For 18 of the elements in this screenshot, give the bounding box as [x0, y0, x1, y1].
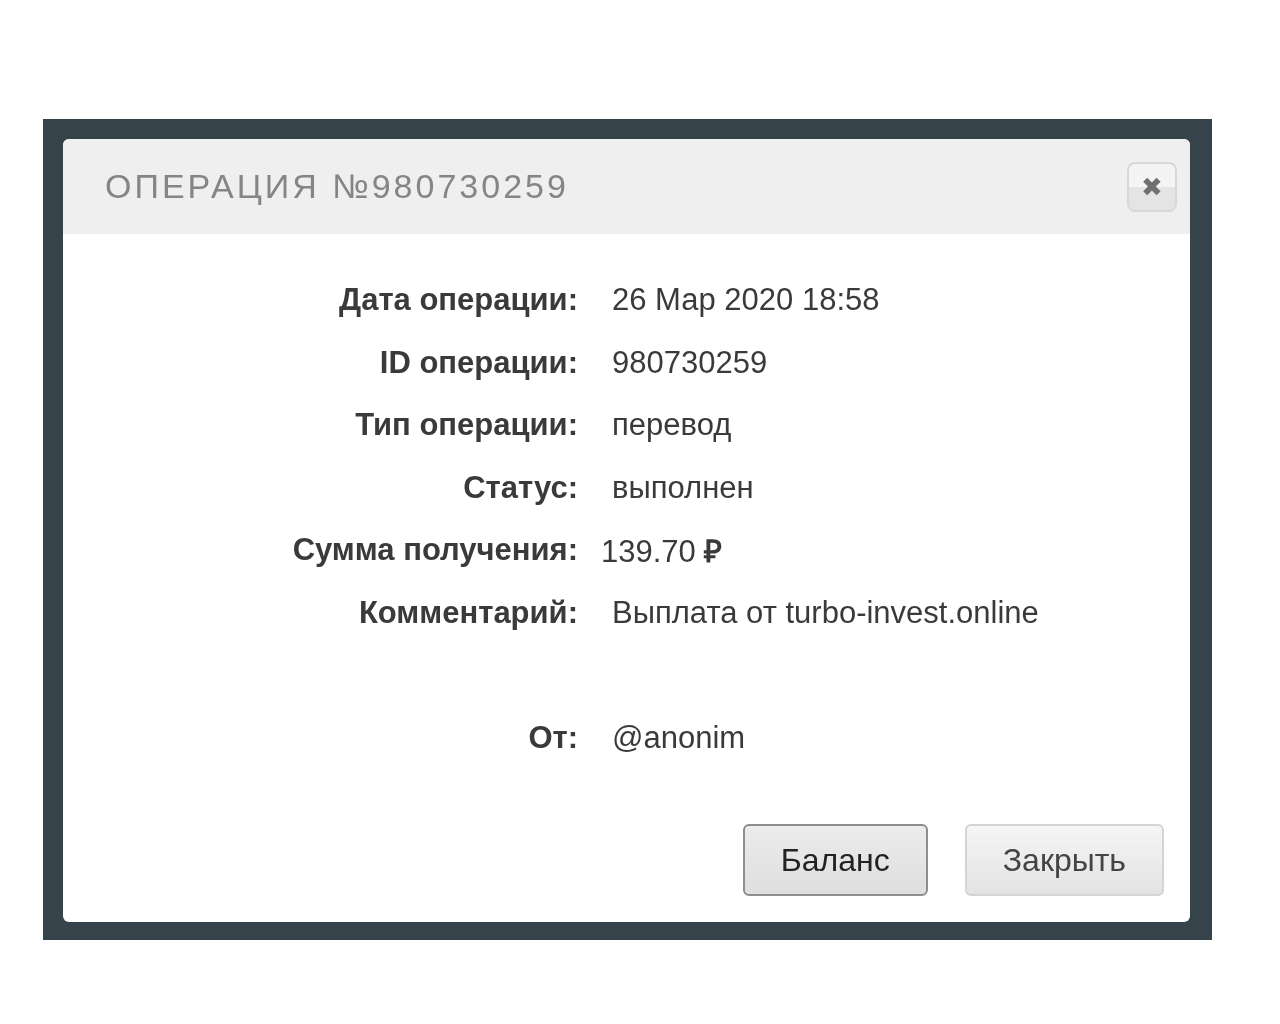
field-value: выполнен [612, 469, 754, 506]
field-label: ID операции: [378, 344, 578, 381]
field-label: Комментарий: [357, 594, 578, 631]
field-value: 139.70 ₽ [601, 533, 723, 572]
field-label: Тип операции: [354, 407, 578, 444]
field-value: 26 Мар 2020 18:58 [612, 282, 880, 319]
balance-button[interactable]: Баланс [742, 824, 928, 896]
field-label: Сумма получения: [291, 532, 578, 569]
close-dialog-button[interactable]: Закрыть [964, 824, 1164, 896]
dialog-title: ОПЕРАЦИЯ №980730259 [105, 167, 569, 206]
field-label: Статус: [462, 469, 578, 506]
field-value: 980730259 [612, 344, 768, 381]
field-value: Выплата от turbo-invest.online [612, 594, 1039, 631]
close-button[interactable]: ✖ [1127, 161, 1177, 212]
field-label: От: [527, 720, 578, 757]
field-label: Дата операции: [338, 282, 578, 319]
field-value: @anonim [612, 720, 746, 757]
field-value: перевод [612, 407, 732, 444]
